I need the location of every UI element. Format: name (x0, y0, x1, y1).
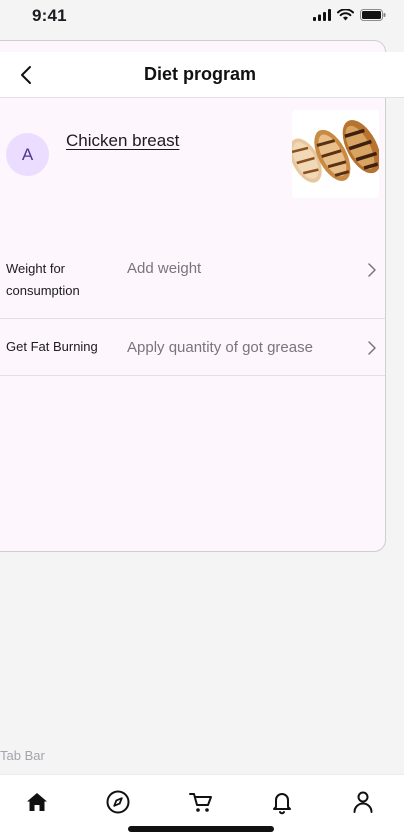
status-bar: 9:41 (0, 0, 404, 36)
status-icons (313, 9, 386, 21)
tab-home[interactable] (19, 787, 55, 817)
signal-icon (313, 9, 331, 21)
grilled-chicken-breast-image (292, 110, 379, 198)
app-header: Diet program (0, 52, 404, 98)
home-indicator (128, 826, 274, 832)
weight-value: Add weight (127, 260, 202, 277)
page-title: Diet program (143, 64, 257, 84)
weight-row[interactable]: Weight for consumption Add weight (0, 246, 385, 319)
tab-bar-caption: Tab Bar (0, 748, 45, 763)
tab-notifications[interactable] (264, 787, 300, 817)
home-icon (27, 793, 47, 811)
weight-label: Weight for consumption (6, 261, 80, 298)
person-icon (353, 791, 373, 813)
compass-icon (106, 790, 130, 814)
food-name-link[interactable]: Chicken breast (66, 131, 179, 151)
wifi-icon (337, 9, 354, 21)
chevron-right-icon (368, 341, 376, 355)
cart-icon (189, 793, 212, 812)
battery-icon (360, 9, 386, 21)
tab-cart[interactable] (183, 787, 219, 817)
bell-icon (273, 793, 291, 815)
status-time: 9:41 (32, 6, 67, 25)
fat-burning-value: Apply quantity of got grease (127, 339, 313, 356)
avatar: A (6, 133, 49, 176)
tab-explore[interactable] (100, 787, 136, 817)
tab-profile[interactable] (345, 787, 381, 817)
chevron-right-icon (368, 263, 376, 277)
fat-burning-label: Get Fat Burning (6, 339, 98, 354)
fat-burning-row[interactable]: Get Fat Burning Apply quantity of got gr… (0, 319, 385, 376)
